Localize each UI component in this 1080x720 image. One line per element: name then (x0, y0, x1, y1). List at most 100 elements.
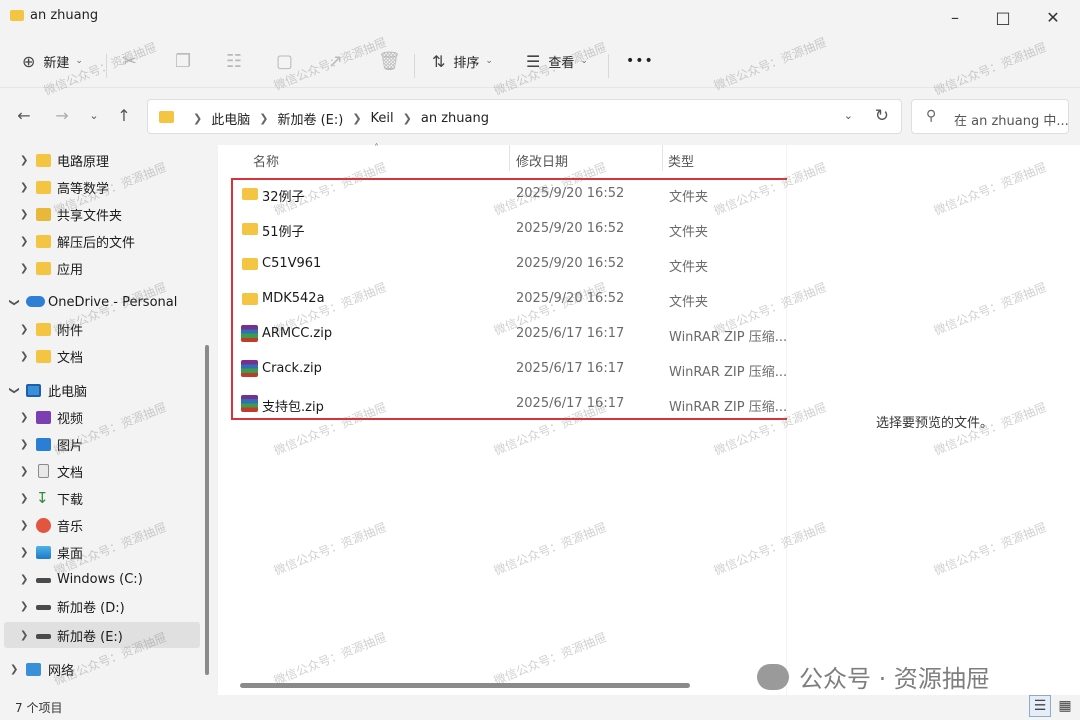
new-label: 新建 (43, 55, 70, 71)
chevron-right-icon[interactable]: ❯ (20, 574, 28, 585)
sidebar-item-label: 音乐 (57, 519, 84, 535)
folder-icon (36, 261, 51, 275)
sidebar-item[interactable]: ❯ 视频 (0, 404, 200, 430)
chevron-right-icon[interactable]: ❯ (20, 630, 28, 641)
column-header-name[interactable]: 名称 (253, 151, 279, 170)
delete-button[interactable]: 🗑 (378, 48, 401, 74)
sidebar-item-label: 共享文件夹 (57, 208, 123, 224)
cloud-icon (26, 296, 45, 307)
close-button[interactable]: ✕ (1030, 0, 1076, 34)
sidebar-item[interactable]: ❯ 桌面 (0, 539, 200, 565)
chevron-right-icon[interactable]: ❯ (20, 601, 28, 612)
chevron-right-icon[interactable]: ❯ (20, 182, 28, 193)
rename-button[interactable]: ▢ (276, 48, 293, 74)
details-view-icon[interactable]: ☰ (1029, 695, 1051, 717)
horizontal-scrollbar[interactable] (240, 683, 690, 688)
paste-button[interactable]: ☷ (226, 48, 242, 74)
back-arrow-icon[interactable]: ← (12, 103, 36, 127)
sidebar-item[interactable]: ❯ 图片 (0, 431, 200, 457)
refresh-icon[interactable]: ↻ (875, 106, 889, 126)
column-header-type[interactable]: 类型 (668, 151, 694, 170)
breadcrumb-item[interactable]: Keil (371, 111, 394, 126)
breadcrumb-item[interactable]: an zhuang (421, 111, 489, 126)
chevron-right-icon[interactable]: ❯ (20, 520, 28, 531)
sidebar-item-label: 电路原理 (57, 154, 110, 170)
sort-ascending-icon: ˄ (374, 143, 379, 154)
forward-arrow-icon[interactable]: → (50, 103, 74, 127)
sidebar-item-label: 此电脑 (48, 384, 88, 400)
sidebar-item[interactable]: ❯ 电路原理 (0, 147, 200, 173)
sidebar-item-network[interactable]: ❯ 网络 (0, 656, 200, 682)
chevron-right-icon[interactable]: ❯ (20, 439, 28, 450)
sidebar-item-selected[interactable]: ❯ 新加卷 (E:) (4, 622, 200, 648)
copy-icon: ❐ (175, 50, 192, 72)
column-header-date[interactable]: 修改日期 (516, 151, 568, 170)
sidebar-item[interactable]: ❯ 共享文件夹 (0, 201, 200, 227)
breadcrumb-item[interactable]: 新加卷 (E:) (277, 109, 343, 128)
sidebar-item-label: 解压后的文件 (57, 235, 136, 251)
breadcrumb-item[interactable]: 此电脑 (211, 109, 250, 128)
sidebar-item-label: 高等数学 (57, 181, 110, 197)
chevron-down-icon: ⌄ (485, 56, 493, 66)
toolbar-divider (106, 54, 107, 78)
tiles-view-icon[interactable]: ▦ (1054, 695, 1076, 717)
sidebar-item[interactable]: ❯ 解压后的文件 (0, 228, 200, 254)
address-dropdown-icon[interactable]: ⌄ (844, 109, 853, 122)
sidebar-item[interactable]: ❯ 音乐 (0, 512, 200, 538)
new-button[interactable]: ⊕ 新建 ⌄ (22, 48, 83, 74)
chevron-right-icon[interactable]: ❯ (20, 466, 28, 477)
sidebar-item-this-pc[interactable]: ❯ 此电脑 (0, 377, 200, 403)
window-title: an zhuang (30, 8, 99, 23)
sidebar-item[interactable]: ❯ 应用 (0, 255, 200, 281)
maximize-button[interactable]: □ (980, 0, 1026, 34)
plus-circle-icon: ⊕ (22, 51, 36, 71)
sidebar-scrollbar[interactable] (205, 345, 209, 675)
rename-icon: ▢ (276, 50, 294, 72)
chevron-right-icon[interactable]: ❯ (20, 209, 28, 220)
sort-label: 排序 (453, 55, 480, 71)
sort-button[interactable]: ⇅ 排序 ⌄ (432, 48, 493, 74)
chevron-right-icon[interactable]: ❯ (20, 155, 28, 166)
navigation-pane: ❯ 电路原理 ❯ 高等数学 ❯ 共享文件夹 ❯ 解压后的文件 ❯ 应用 ❯ On… (0, 145, 216, 695)
drive-icon (36, 605, 51, 610)
more-options-button[interactable]: ••• (626, 48, 654, 74)
folder-icon (36, 180, 51, 194)
sidebar-item[interactable]: ❯ 高等数学 (0, 174, 200, 200)
chevron-right-icon[interactable]: ❯ (20, 547, 28, 558)
chevron-down-icon[interactable]: ❯ (9, 298, 20, 306)
chevron-right-icon[interactable]: ❯ (20, 412, 28, 423)
column-divider[interactable] (509, 145, 510, 171)
cut-button[interactable]: ✂ (122, 48, 137, 74)
sidebar-item[interactable]: ❯ 附件 (0, 316, 200, 342)
column-divider[interactable] (662, 145, 663, 171)
copy-button[interactable]: ❐ (175, 48, 191, 74)
sidebar-item[interactable]: ❯ 文档 (0, 343, 200, 369)
folder-icon (36, 322, 51, 336)
up-arrow-icon[interactable]: ↑ (112, 103, 136, 127)
share-button[interactable]: ↗ (328, 48, 343, 74)
chevron-right-icon[interactable]: ❯ (10, 664, 18, 675)
recent-locations-chevron-icon[interactable]: ⌄ (82, 103, 106, 127)
chevron-down-icon[interactable]: ❯ (9, 386, 20, 394)
chevron-right-icon[interactable]: ❯ (20, 351, 28, 362)
view-lines-icon: ☰ (526, 51, 541, 71)
sidebar-item-label: 附件 (57, 323, 84, 339)
sidebar-item[interactable]: ❯ 新加卷 (D:) (0, 593, 200, 619)
sidebar-item[interactable]: ❯ ↧ 下载 (0, 485, 200, 511)
sidebar-item-label: 桌面 (57, 546, 84, 562)
search-box[interactable]: ⚲ 在 an zhuang 中... (911, 99, 1069, 134)
sidebar-item[interactable]: ❯ Windows (C:) (0, 566, 200, 592)
sidebar-item-label: 网络 (48, 663, 75, 679)
chevron-right-icon[interactable]: ❯ (20, 236, 28, 247)
minimize-button[interactable]: – (932, 0, 978, 34)
chevron-right-icon[interactable]: ❯ (20, 263, 28, 274)
folder-icon (36, 234, 51, 248)
sidebar-item-onedrive[interactable]: ❯ OneDrive - Personal (0, 289, 200, 315)
sidebar-item[interactable]: ❯ 文档 (0, 458, 200, 484)
chevron-right-icon: ❯ (352, 112, 362, 125)
chevron-right-icon[interactable]: ❯ (20, 324, 28, 335)
view-button[interactable]: ☰ 查看 ⌄ (526, 48, 588, 74)
highlight-annotation-box (231, 178, 805, 420)
address-bar[interactable]: ❯ 此电脑 ❯ 新加卷 (E:) ❯ Keil ❯ an zhuang ⌄ ↻ (147, 99, 902, 134)
chevron-right-icon[interactable]: ❯ (20, 493, 28, 504)
